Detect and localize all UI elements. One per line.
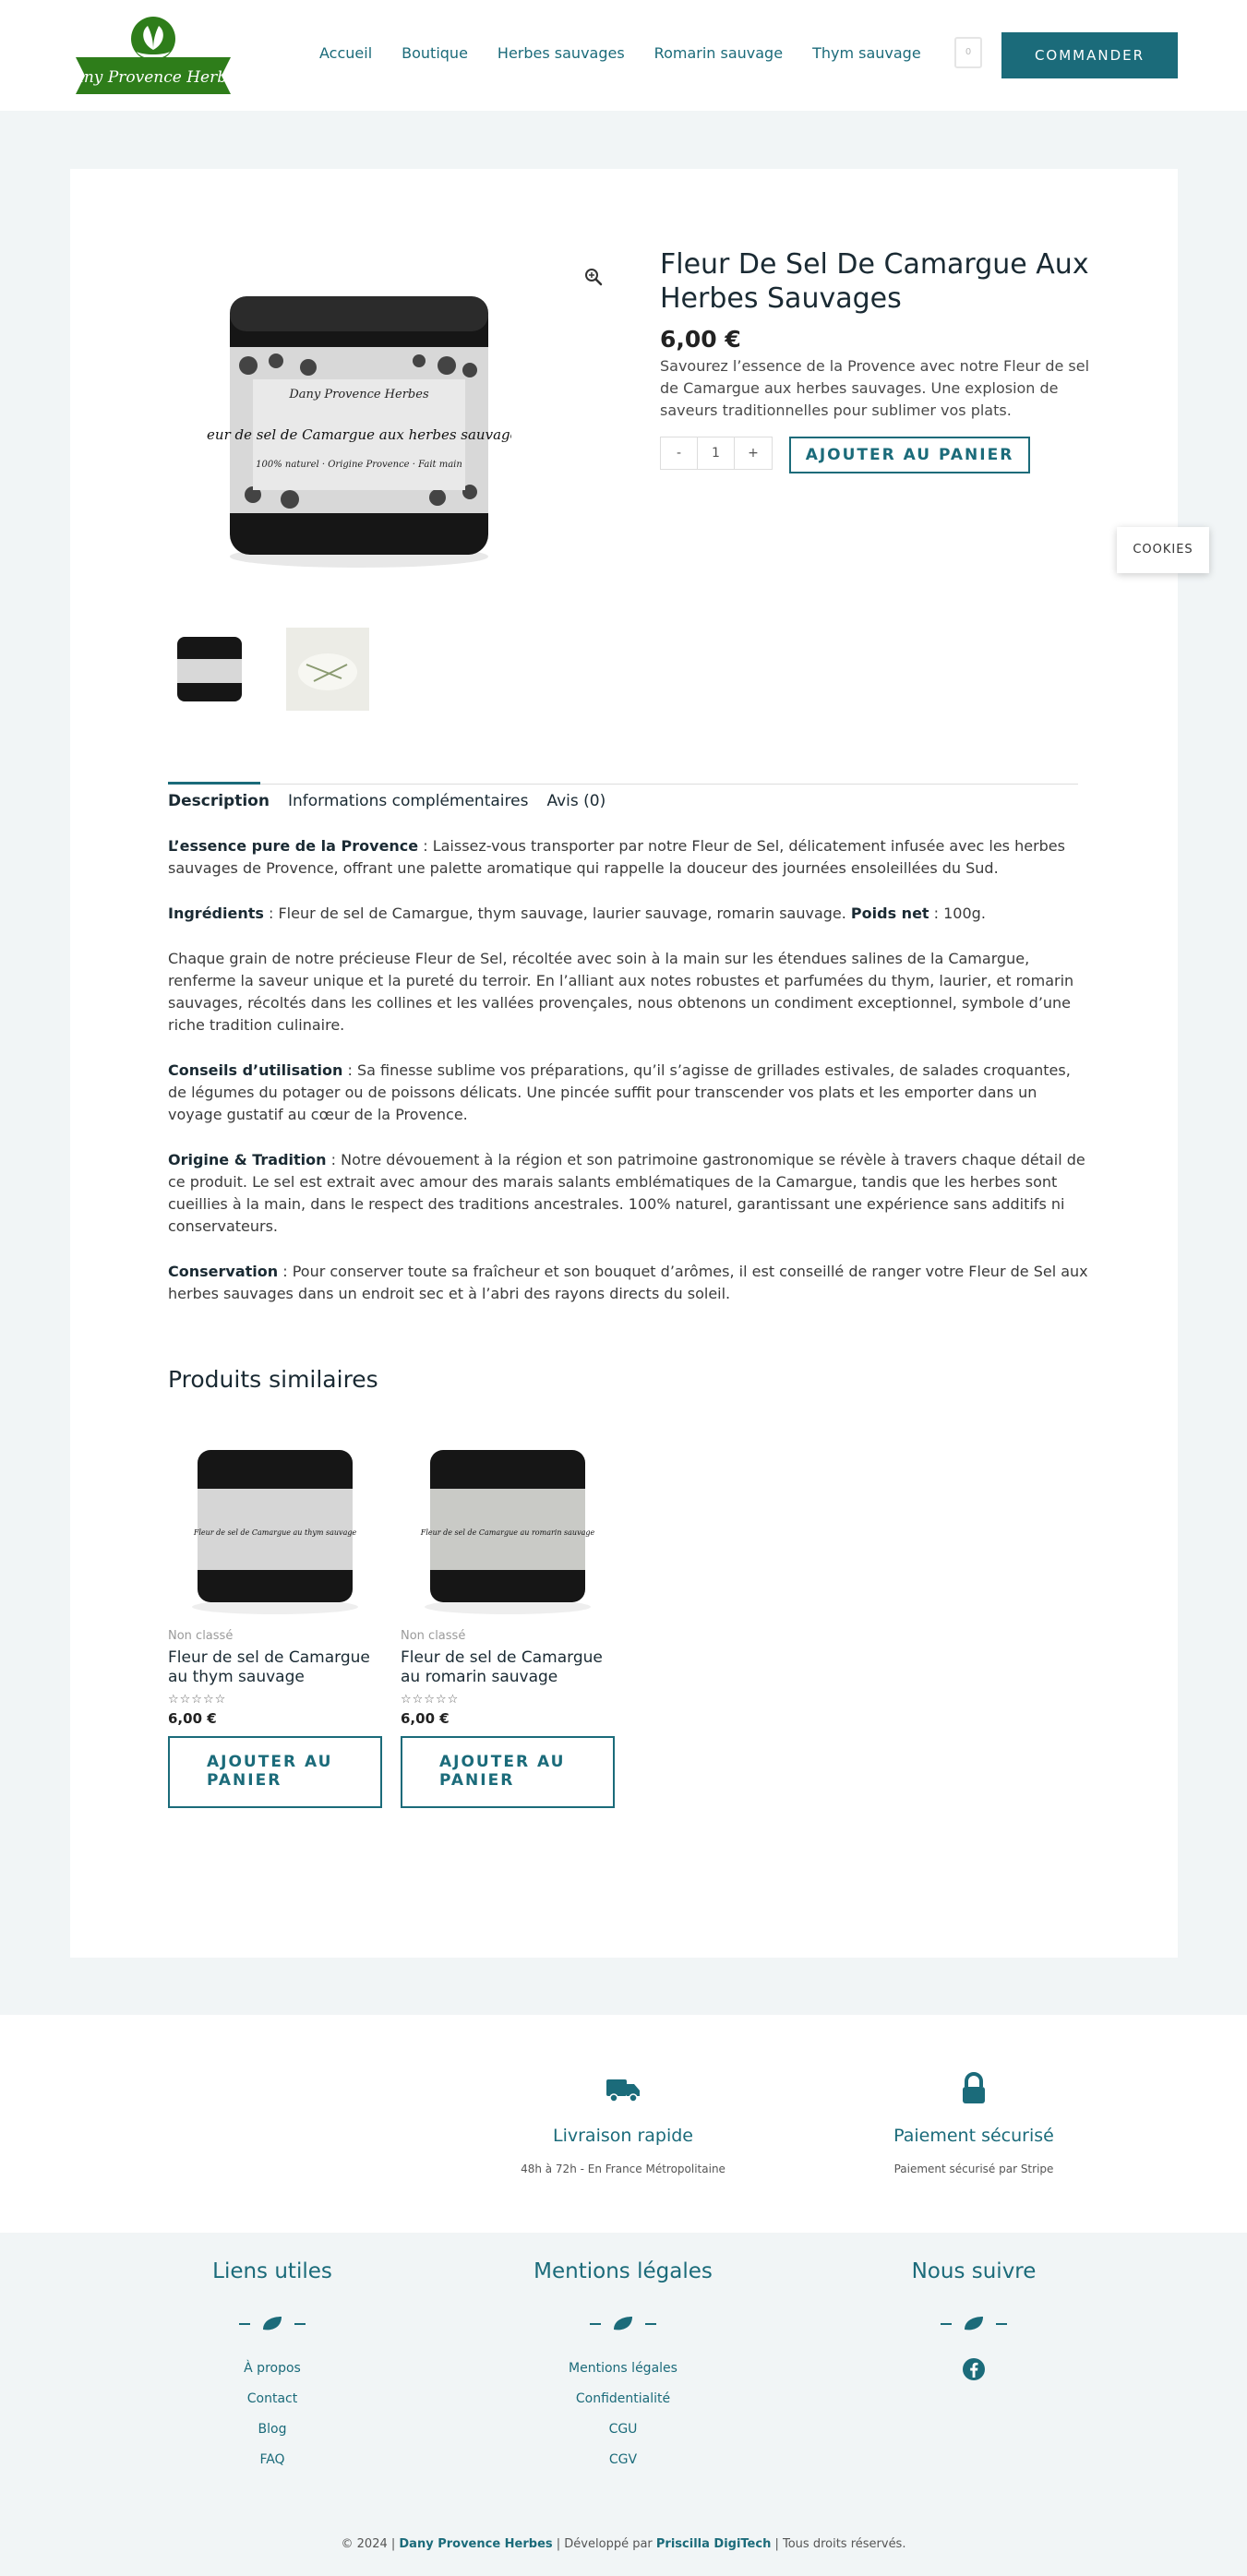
nav-accueil[interactable]: Accueil — [319, 44, 372, 62]
feature-title: Paiement sécurisé — [893, 2126, 1054, 2146]
svg-text:Fleur de sel de Camargue au th: Fleur de sel de Camargue au thym sauvage — [193, 1528, 357, 1537]
footer-link-apropos[interactable]: À propos — [111, 2361, 434, 2376]
qty-plus-button[interactable]: + — [735, 437, 772, 469]
copyright-dev-link[interactable]: Priscilla DigiTech — [656, 2537, 771, 2551]
description-paragraph: Conseils d’utilisation : Sa finesse subl… — [168, 1061, 1071, 1123]
footer-links: Mentions légales Confidentialité CGU CGV — [462, 2361, 785, 2467]
svg-text:Fleur de sel de Camargue au ro: Fleur de sel de Camargue au romarin sauv… — [420, 1528, 595, 1537]
tin-brand-text: Dany Provence Herbes — [288, 388, 429, 401]
footer-column-mentions: Mentions légales Mentions légales Confid… — [462, 2259, 785, 2483]
qty-input[interactable]: 1 — [698, 437, 735, 469]
product-description: L’essence pure de la Provence : Laissez-… — [168, 835, 1091, 1328]
footer-heading: Nous suivre — [911, 2259, 1037, 2283]
description-paragraph: Conservation : Pour conserver toute sa f… — [168, 1263, 1088, 1302]
description-paragraph: Ingrédients : Fleur de sel de Camargue, … — [168, 905, 986, 922]
footer-heading: Mentions légales — [534, 2259, 713, 2283]
quantity-stepper: - 1 + — [660, 437, 773, 470]
feature-subtitle: 48h à 72h - En France Métropolitaine — [521, 2163, 725, 2175]
similar-product-category: Non classé — [401, 1629, 466, 1643]
similar-products-title: Produits similaires — [168, 1366, 378, 1393]
tin-sub-text: 100% naturel · Origine Provence · Fait m… — [256, 460, 462, 470]
thumbnail-tin[interactable] — [168, 628, 251, 711]
footer-links: À propos Contact Blog FAQ — [111, 2361, 434, 2467]
tab-description[interactable]: Description — [168, 792, 270, 810]
footer-link-mentions[interactable]: Mentions légales — [462, 2361, 785, 2376]
cart-icon[interactable]: 0 — [954, 37, 982, 68]
features-band: Livraison rapide 48h à 72h - En France M… — [0, 2015, 1247, 2233]
similar-product-image[interactable]: Fleur de sel de Camargue au romarin sauv… — [401, 1422, 615, 1616]
logo-text: Dany Provence Herbes — [70, 68, 236, 87]
zoom-magnifier-icon[interactable] — [582, 266, 605, 288]
truck-icon — [606, 2079, 640, 2103]
nav-thym-sauvage[interactable]: Thym sauvage — [812, 44, 921, 62]
description-paragraph: Chaque grain de notre précieuse Fleur de… — [168, 950, 1074, 1034]
similar-product-price: 6,00 € — [168, 1710, 217, 1727]
footer-column-liens: Liens utiles À propos Contact Blog FAQ — [111, 2259, 434, 2483]
leaf-divider-icon — [941, 2317, 1007, 2330]
nav-herbes-sauvages[interactable]: Herbes sauvages — [498, 44, 625, 62]
footer-link-confidentialite[interactable]: Confidentialité — [462, 2391, 785, 2406]
tab-informations[interactable]: Informations complémentaires — [288, 792, 528, 810]
footer-link-faq[interactable]: FAQ — [111, 2452, 434, 2467]
nav-romarin-sauvage[interactable]: Romarin sauvage — [654, 44, 783, 62]
product-main-image[interactable]: Dany Provence Herbes Fleur de sel de Cam… — [207, 278, 511, 573]
active-tab-indicator — [168, 782, 260, 785]
add-to-cart-button[interactable]: AJOUTER AU PANIER — [789, 437, 1030, 473]
feature-livraison: Livraison rapide 48h à 72h - En France M… — [485, 2070, 761, 2175]
feature-title: Livraison rapide — [553, 2126, 693, 2146]
copyright-text: © 2024 | Dany Provence Herbes | Développ… — [341, 2537, 906, 2551]
similar-product-name[interactable]: Fleur de sel de Camargue au thym sauvage — [168, 1648, 382, 1689]
product-title: Fleur De Sel De Camargue Aux Herbes Sauv… — [660, 248, 1089, 315]
description-paragraph: Origine & Tradition : Notre dévouement à… — [168, 1151, 1085, 1235]
similar-add-to-cart-button[interactable]: AJOUTER AU PANIER — [168, 1736, 382, 1808]
product-short-description: Savourez l’essence de la Provence avec n… — [660, 357, 1090, 419]
leaf-divider-icon — [590, 2317, 656, 2330]
cart-count: 0 — [965, 47, 972, 57]
footer-link-blog[interactable]: Blog — [111, 2422, 434, 2437]
thumbnail-salt-photo[interactable] — [286, 628, 369, 711]
similar-product-card[interactable]: Fleur de sel de Camargue au thym sauvage… — [168, 1422, 382, 1808]
similar-product-category: Non classé — [168, 1629, 234, 1643]
tabs-divider — [168, 784, 1078, 785]
similar-add-to-cart-button[interactable]: AJOUTER AU PANIER — [401, 1736, 615, 1808]
product-price: 6,00 € — [660, 326, 741, 353]
rating-stars-icon: ☆☆☆☆☆ — [168, 1693, 227, 1707]
site-logo[interactable]: Dany Provence Herbes — [61, 15, 245, 98]
similar-product-card[interactable]: Fleur de sel de Camargue au romarin sauv… — [401, 1422, 615, 1808]
commander-button[interactable]: COMMANDER — [1001, 32, 1178, 78]
description-paragraph: L’essence pure de la Provence : Laissez-… — [168, 837, 1065, 877]
site-header: Dany Provence Herbes Accueil Boutique He… — [0, 0, 1247, 111]
nav-boutique[interactable]: Boutique — [402, 44, 468, 62]
footer-heading: Liens utiles — [212, 2259, 332, 2283]
product-tabs: Description Informations complémentaires… — [168, 792, 624, 810]
rating-stars-icon: ☆☆☆☆☆ — [401, 1693, 460, 1707]
feature-paiement: Paiement sécurisé Paiement sécurisé par … — [835, 2070, 1112, 2175]
footer-link-cgv[interactable]: CGV — [462, 2452, 785, 2467]
footer-column-suivre: Nous suivre — [812, 2259, 1135, 2385]
similar-product-price: 6,00 € — [401, 1710, 450, 1727]
leaf-divider-icon — [239, 2317, 306, 2330]
tab-avis[interactable]: Avis (0) — [546, 792, 606, 810]
lock-icon — [963, 2072, 985, 2103]
similar-product-name[interactable]: Fleur de sel de Camargue au romarin sauv… — [401, 1648, 615, 1689]
footer-link-contact[interactable]: Contact — [111, 2391, 434, 2406]
main-nav: Accueil Boutique Herbes sauvages Romarin… — [319, 44, 951, 62]
qty-minus-button[interactable]: - — [661, 437, 698, 469]
footer-link-cgu[interactable]: CGU — [462, 2422, 785, 2437]
feature-subtitle: Paiement sécurisé par Stripe — [893, 2163, 1054, 2175]
facebook-icon[interactable] — [962, 2357, 986, 2381]
tin-name-text: Fleur de sel de Camargue aux herbes sauv… — [207, 426, 511, 443]
cookies-button[interactable]: COOKIES — [1117, 527, 1209, 573]
similar-product-image[interactable]: Fleur de sel de Camargue au thym sauvage — [168, 1422, 382, 1616]
product-card: Dany Provence Herbes Fleur de sel de Cam… — [70, 169, 1178, 1958]
copyright-brand-link[interactable]: Dany Provence Herbes — [399, 2537, 552, 2551]
